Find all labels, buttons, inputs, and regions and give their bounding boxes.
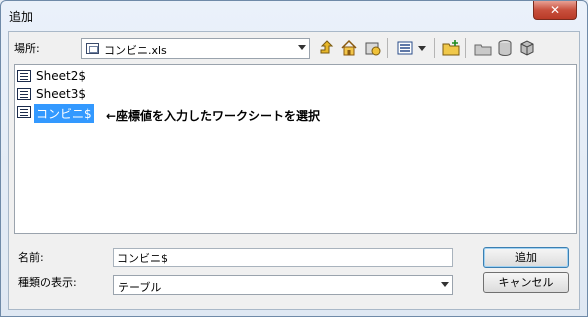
name-label: 名前: (18, 251, 44, 264)
folder-options-icon[interactable] (473, 38, 493, 58)
type-value: テーブル (118, 281, 162, 294)
title-bar[interactable]: 追加 ✕ (1, 1, 587, 31)
type-dropdown[interactable]: テーブル (113, 275, 453, 295)
toolbar-separator (434, 38, 435, 58)
view-dropdown-icon[interactable] (415, 38, 429, 58)
table-icon (17, 70, 31, 82)
chevron-down-icon[interactable] (441, 282, 449, 287)
connect-folder-icon[interactable] (363, 38, 383, 58)
file-list[interactable]: Sheet2$ Sheet3$ コンビニ$ ←座標値を入力したワークシートを選択 (14, 64, 577, 234)
new-folder-icon[interactable] (441, 38, 461, 58)
excel-file-icon (86, 43, 99, 54)
home-icon[interactable] (339, 38, 359, 58)
location-dropdown[interactable]: コンビニ.xls (81, 38, 310, 59)
dialog-client: 場所: コンビニ.xls Sheet2$ Sheet3$ コンビニ$ ←座標値を… (8, 31, 580, 310)
close-icon: ✕ (549, 3, 561, 17)
toolbar-separator (387, 38, 388, 58)
window-title: 追加 (9, 10, 34, 24)
list-item-label: Sheet2$ (36, 69, 86, 83)
type-label: 種類の表示: (18, 276, 77, 289)
database-icon[interactable] (495, 38, 515, 58)
table-icon (17, 106, 31, 118)
toolbar-separator (465, 38, 466, 58)
name-input[interactable] (114, 249, 452, 266)
list-item-label: コンビニ$ (34, 104, 94, 123)
close-button[interactable]: ✕ (533, 1, 577, 20)
name-field[interactable] (113, 248, 453, 267)
cancel-button[interactable]: キャンセル (483, 272, 569, 293)
location-value: コンビニ.xls (104, 44, 167, 57)
add-button[interactable]: 追加 (483, 247, 569, 268)
annotation-text: ←座標値を入力したワークシートを選択 (106, 109, 321, 123)
add-dialog: 追加 ✕ 場所: コンビニ.xls Sheet2$ Sheet3$ コンビニ$ … (0, 0, 588, 317)
list-item-label: Sheet3$ (36, 87, 86, 101)
location-label: 場所: (14, 42, 40, 55)
up-level-icon[interactable] (317, 38, 337, 58)
chevron-down-icon[interactable] (298, 45, 306, 50)
catalog-icon[interactable] (517, 38, 537, 58)
view-list-icon[interactable] (395, 38, 415, 58)
table-icon (17, 88, 31, 100)
